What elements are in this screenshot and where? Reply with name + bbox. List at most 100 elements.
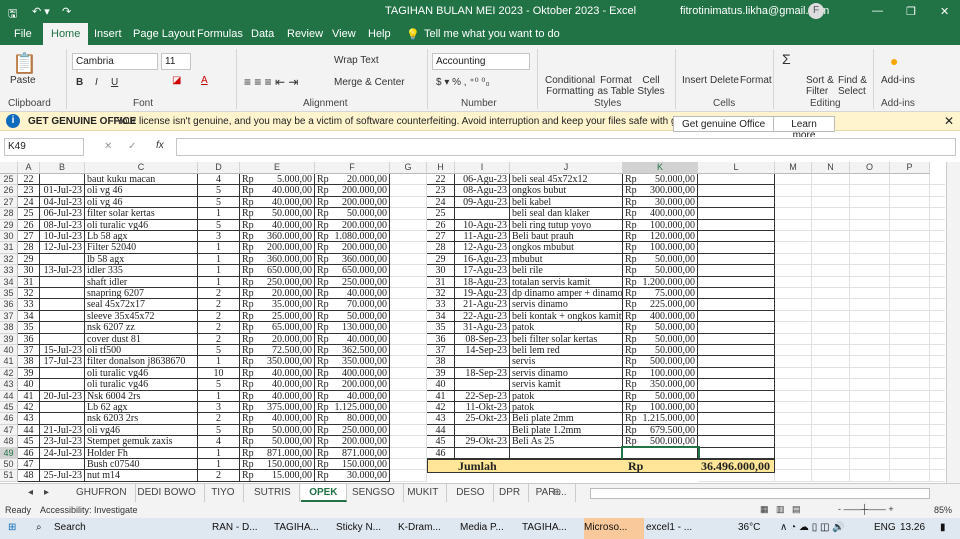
autosum-icon[interactable]: Σ	[782, 51, 791, 67]
empty-cell[interactable]	[775, 345, 812, 357]
cell[interactable]: 36	[427, 333, 455, 345]
empty-cell[interactable]	[850, 276, 890, 288]
cell[interactable]: baut kuku macan	[85, 174, 198, 186]
row-header[interactable]: 41	[0, 356, 18, 368]
empty-cell[interactable]	[930, 197, 945, 209]
format-as-table-button[interactable]: Format as Table	[596, 75, 636, 97]
system-tray-icons[interactable]: ∧ ◔ ☁ ▯ ◫ 🔊	[780, 522, 845, 533]
tab-help[interactable]: Help	[368, 28, 391, 40]
cell[interactable]: Rp 100.000,00	[623, 219, 698, 231]
cell[interactable]: 16-Agu-23	[455, 253, 510, 266]
notification-icon[interactable]: ▮	[940, 522, 946, 533]
cell[interactable]: 1	[198, 459, 240, 471]
empty-cell[interactable]	[775, 322, 812, 334]
cell[interactable]: 1	[198, 276, 240, 288]
cell[interactable]: 32	[427, 288, 455, 300]
cell[interactable]: 21-Agu-23	[455, 299, 510, 311]
empty-cell[interactable]	[775, 436, 812, 448]
cell[interactable]: 4	[198, 174, 240, 186]
close-icon[interactable]: ✕	[940, 5, 949, 18]
cell[interactable]: Rp 70.000,00	[315, 299, 390, 311]
column-header[interactable]: O	[850, 162, 890, 174]
cell[interactable]: 41	[18, 390, 40, 402]
selected-cell-k49[interactable]	[621, 445, 700, 462]
cell[interactable]: 14-Sep-23	[455, 345, 510, 357]
clock[interactable]: 13.26	[900, 522, 925, 533]
empty-cell[interactable]	[698, 345, 775, 357]
cell[interactable]: Rp 500.000,00	[623, 356, 698, 368]
restore-icon[interactable]: ❐	[906, 5, 916, 18]
row-header[interactable]: 46	[0, 413, 18, 425]
sheet-tab[interactable]: DPR	[491, 484, 530, 502]
empty-cell[interactable]	[890, 447, 930, 459]
empty-cell[interactable]	[390, 424, 427, 437]
cell[interactable]: 35	[18, 322, 40, 334]
empty-cell[interactable]	[812, 379, 850, 391]
cell[interactable]: 42	[18, 402, 40, 414]
avatar[interactable]: F	[808, 3, 824, 19]
empty-cell[interactable]	[890, 219, 930, 231]
cell[interactable]: Rp 100.000,00	[623, 242, 698, 254]
cell[interactable]	[40, 379, 85, 391]
empty-cell[interactable]	[698, 231, 775, 243]
cell[interactable]: Rp 225.000,00	[623, 299, 698, 311]
column-header[interactable]: P	[890, 162, 930, 174]
cell[interactable]: 2	[198, 299, 240, 311]
empty-cell[interactable]	[812, 470, 850, 482]
empty-cell[interactable]	[775, 174, 812, 186]
column-header[interactable]: G	[390, 162, 427, 174]
empty-cell[interactable]	[850, 174, 890, 186]
cell[interactable]: 29-Okt-23	[455, 436, 510, 448]
cell[interactable]: 5	[198, 196, 240, 209]
fill-color-icon[interactable]: ◪	[172, 75, 181, 86]
column-header[interactable]: N	[812, 162, 850, 174]
number-format-icons[interactable]: $ ▾ % , ⁺⁰ ⁰₀	[436, 77, 490, 88]
empty-cell[interactable]	[890, 299, 930, 311]
cell[interactable]: 44	[427, 424, 455, 437]
cell[interactable]: Rp 20.000,00	[315, 174, 390, 186]
cell[interactable]: 2	[198, 310, 240, 323]
row-header[interactable]: 43	[0, 379, 18, 391]
cell[interactable]: 24	[18, 196, 40, 209]
empty-cell[interactable]	[775, 333, 812, 345]
cell[interactable]: 45	[18, 436, 40, 448]
vertical-scrollbar[interactable]	[946, 162, 960, 483]
cell[interactable]: Rp 400.000,00	[623, 310, 698, 323]
cell[interactable]: beli filter solar kertas	[510, 333, 623, 345]
zoom-slider[interactable]: - ——┼—— +	[838, 504, 894, 514]
cell[interactable]: oli turalic vg46	[85, 367, 198, 380]
cell[interactable]: Rp 20.000,00	[240, 333, 315, 345]
empty-cell[interactable]	[890, 356, 930, 368]
weather-temp[interactable]: 36°C	[738, 522, 760, 533]
empty-cell[interactable]	[390, 367, 427, 380]
empty-cell[interactable]	[698, 447, 775, 459]
paste-button[interactable]: Paste	[10, 75, 36, 86]
cell[interactable]: Rp 650.000,00	[240, 265, 315, 277]
sheet-tab[interactable]: MUKIT	[399, 484, 448, 502]
empty-cell[interactable]	[850, 322, 890, 334]
cell[interactable]	[455, 208, 510, 220]
empty-cell[interactable]	[698, 402, 775, 414]
empty-cell[interactable]	[930, 322, 945, 334]
view-buttons[interactable]: ▦ ▥ ▤	[760, 504, 801, 515]
empty-cell[interactable]	[930, 220, 945, 231]
row-header[interactable]: 34	[0, 276, 18, 288]
cell[interactable]: 34	[18, 310, 40, 323]
tab-data[interactable]: Data	[251, 28, 274, 40]
cell[interactable]: Rp 200.000,00	[315, 185, 390, 197]
empty-cell[interactable]	[698, 299, 775, 311]
cell[interactable]: Beli plate 2mm	[510, 413, 623, 425]
cell[interactable]: 31	[427, 276, 455, 288]
empty-cell[interactable]	[775, 356, 812, 368]
cell[interactable]: 23	[18, 185, 40, 197]
empty-cell[interactable]	[890, 242, 930, 254]
empty-cell[interactable]	[812, 436, 850, 448]
cell[interactable]	[40, 413, 85, 425]
undo-icon[interactable]: ↶ ▾	[32, 5, 50, 18]
cell[interactable]: ongkos bubut	[510, 185, 623, 197]
empty-cell[interactable]	[890, 288, 930, 300]
cell[interactable]: Holder Fh	[85, 447, 198, 459]
cell[interactable]: Lb 58 agx	[85, 231, 198, 243]
cell[interactable]: 3	[198, 402, 240, 414]
cell[interactable]: 28	[427, 242, 455, 254]
